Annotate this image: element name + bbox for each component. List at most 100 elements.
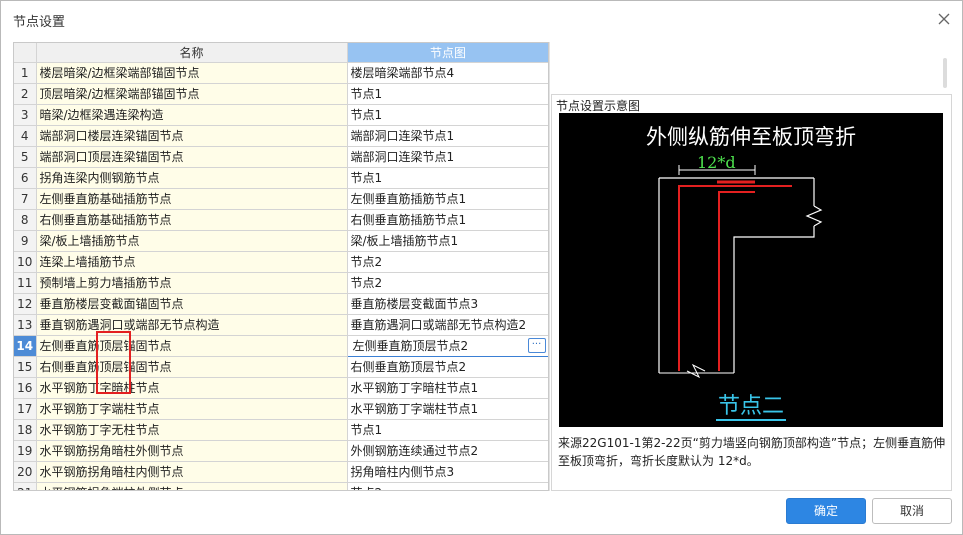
row-node-cell[interactable]: 节点2: [347, 251, 548, 273]
node-select-cell-active[interactable]: 左侧垂直筋顶层节点2 ···: [346, 334, 548, 357]
row-name-cell[interactable]: 水平钢筋拐角端柱外侧节点: [36, 482, 348, 490]
table-row[interactable]: 5 端部洞口顶层连梁锚固节点 端部洞口连梁节点1: [14, 146, 548, 168]
row-node-cell[interactable]: 节点1: [347, 104, 548, 126]
row-node-cell[interactable]: 节点2: [347, 272, 548, 294]
row-node-value: 左侧垂直筋顶层节点2: [352, 339, 469, 353]
table-row[interactable]: 7 左侧垂直筋基础插筋节点 左侧垂直筋插筋节点1: [14, 188, 548, 210]
row-number[interactable]: 5: [14, 146, 37, 168]
row-name-cell[interactable]: 连梁上墙插筋节点: [36, 251, 348, 273]
name-column-header[interactable]: 名称: [36, 43, 348, 63]
row-node-cell[interactable]: 外侧钢筋连续通过节点2: [347, 440, 548, 462]
row-name-cell[interactable]: 梁/板上墙插筋节点: [36, 230, 348, 252]
row-name-cell[interactable]: 端部洞口顶层连梁锚固节点: [36, 146, 348, 168]
table-body: 1 楼层暗梁/边框梁端部锚固节点 楼层暗梁端部节点4 2 顶层暗梁/边框梁端部锚固节点节…: [14, 62, 548, 490]
table-row[interactable]: 15 右侧垂直筋顶层锚固节点 右侧垂直筋顶层节点2: [14, 356, 548, 378]
row-number[interactable]: 10: [14, 251, 37, 273]
close-icon[interactable]: [936, 11, 952, 27]
row-number[interactable]: 16: [14, 377, 37, 399]
ok-button[interactable]: 确定: [786, 498, 866, 524]
row-node-value: 节点1: [350, 171, 383, 185]
row-name-cell[interactable]: 端部洞口楼层连梁锚固节点: [36, 125, 348, 147]
row-number[interactable]: 20: [14, 461, 37, 483]
row-node-cell[interactable]: 右侧垂直筋顶层节点2: [347, 356, 548, 378]
row-number[interactable]: 14: [14, 335, 37, 357]
row-number[interactable]: 17: [14, 398, 37, 420]
table-row[interactable]: 6 拐角连梁内侧钢筋节点 节点1: [14, 167, 548, 189]
row-node-cell[interactable]: 楼层暗梁端部节点4: [347, 62, 548, 84]
row-node-cell[interactable]: 节点1: [347, 83, 548, 105]
table-row[interactable]: 18 水平钢筋丁字无柱节点 节点1: [14, 419, 548, 441]
row-node-value: 端部洞口连梁节点1: [350, 129, 455, 143]
table-row[interactable]: 2 顶层暗梁/边框梁端部锚固节点 节点1: [14, 83, 548, 105]
row-node-cell[interactable]: 节点1: [347, 419, 548, 441]
row-node-cell[interactable]: 水平钢筋丁字暗柱节点1: [347, 377, 548, 399]
row-number[interactable]: 18: [14, 419, 37, 441]
table-row[interactable]: 9 梁/板上墙插筋节点 梁/板上墙插筋节点1: [14, 230, 548, 252]
row-name-cell[interactable]: 楼层暗梁/边框梁端部锚固节点: [36, 62, 348, 84]
node-diagram: 外侧纵筋伸至板顶弯折 12*d 节点二: [559, 113, 943, 427]
row-name-cell[interactable]: 顶层暗梁/边框梁端部锚固节点: [36, 83, 348, 105]
row-number[interactable]: 9: [14, 230, 37, 252]
row-number[interactable]: 4: [14, 125, 37, 147]
row-node-cell[interactable]: 梁/板上墙插筋节点1: [347, 230, 548, 252]
row-number[interactable]: 21: [14, 482, 37, 490]
row-name-cell[interactable]: 右侧垂直筋顶层锚固节点: [36, 356, 348, 378]
row-number[interactable]: 8: [14, 209, 37, 231]
row-node-cell[interactable]: 垂直筋楼层变截面节点3: [347, 293, 548, 315]
row-name-cell[interactable]: 右侧垂直筋基础插筋节点: [36, 209, 348, 231]
table-row[interactable]: 16 水平钢筋丁字暗柱节点 水平钢筋丁字暗柱节点1: [14, 377, 548, 399]
node-table: 名称 节点图 1 楼层暗梁/边框梁端部锚固节点 楼层暗梁端部节点4 2 顶层暗梁/边框梁…: [13, 42, 549, 491]
row-node-cell[interactable]: 左侧垂直筋插筋节点1: [347, 188, 548, 210]
row-node-cell[interactable]: 右侧垂直筋插筋节点1: [347, 209, 548, 231]
row-name-cell[interactable]: 预制墙上剪力墙插筋节点: [36, 272, 348, 294]
row-number[interactable]: 3: [14, 104, 37, 126]
row-node-cell[interactable]: 端部洞口连梁节点1: [347, 125, 548, 147]
row-name-cell[interactable]: 水平钢筋丁字暗柱节点: [36, 377, 348, 399]
row-name-cell[interactable]: 垂直筋楼层变截面锚固节点: [36, 293, 348, 315]
table-row[interactable]: 8 右侧垂直筋基础插筋节点 右侧垂直筋插筋节点1: [14, 209, 548, 231]
table-row[interactable]: 1 楼层暗梁/边框梁端部锚固节点 楼层暗梁端部节点4: [14, 62, 548, 84]
row-number[interactable]: 2: [14, 83, 37, 105]
row-number[interactable]: 6: [14, 167, 37, 189]
table-row[interactable]: 20 水平钢筋拐角暗柱内侧节点 拐角暗柱内侧节点3: [14, 461, 548, 483]
row-number[interactable]: 11: [14, 272, 37, 294]
row-number[interactable]: 15: [14, 356, 37, 378]
row-node-cell[interactable]: 垂直筋遇洞口或端部无节点构造2: [347, 314, 548, 336]
outer-rebar: [678, 185, 792, 371]
node-column-header[interactable]: 节点图: [347, 43, 548, 63]
row-node-cell[interactable]: 节点2: [347, 482, 548, 490]
table-row[interactable]: 13 垂直钢筋遇洞口或端部无节点构造 垂直筋遇洞口或端部无节点构造2: [14, 314, 548, 336]
row-node-cell[interactable]: 水平钢筋丁字端柱节点1: [347, 398, 548, 420]
table-row[interactable]: 21水平钢筋拐角端柱外侧节点节点2: [14, 482, 548, 490]
row-node-cell[interactable]: 端部洞口连梁节点1: [347, 146, 548, 168]
table-row[interactable]: 19 水平钢筋拐角暗柱外侧节点 外侧钢筋连续通过节点2: [14, 440, 548, 462]
row-node-cell[interactable]: 节点1: [347, 167, 548, 189]
row-name-cell[interactable]: 暗梁/边框梁遇连梁构造: [36, 104, 348, 126]
table-row[interactable]: 14 左侧垂直筋顶层锚固节点 左侧垂直筋顶层节点2 ···: [14, 334, 548, 357]
scrollbar-thumb[interactable]: [943, 58, 947, 88]
row-name-cell[interactable]: 拐角连梁内侧钢筋节点: [36, 167, 348, 189]
row-name-cell[interactable]: 水平钢筋丁字无柱节点: [36, 419, 348, 441]
row-name-cell[interactable]: 水平钢筋拐角暗柱内侧节点: [36, 461, 348, 483]
row-node-cell[interactable]: 拐角暗柱内侧节点3: [347, 461, 548, 483]
row-number[interactable]: 13: [14, 314, 37, 336]
row-name-cell[interactable]: 垂直钢筋遇洞口或端部无节点构造: [36, 314, 348, 336]
table-row[interactable]: 4 端部洞口楼层连梁锚固节点 端部洞口连梁节点1: [14, 125, 548, 147]
row-name-cell[interactable]: 左侧垂直筋顶层锚固节点: [36, 335, 348, 357]
row-node-value: 右侧垂直筋插筋节点1: [350, 213, 467, 227]
ellipsis-icon[interactable]: ···: [527, 337, 546, 353]
table-row[interactable]: 10 连梁上墙插筋节点 节点2: [14, 251, 548, 273]
dimension-label: 12*d: [697, 153, 736, 172]
table-row[interactable]: 17 水平钢筋丁字端柱节点 水平钢筋丁字端柱节点1: [14, 398, 548, 420]
row-name-cell[interactable]: 水平钢筋拐角暗柱外侧节点: [36, 440, 348, 462]
row-name-cell[interactable]: 水平钢筋丁字端柱节点: [36, 398, 348, 420]
row-number[interactable]: 7: [14, 188, 37, 210]
table-row[interactable]: 3 暗梁/边框梁遇连梁构造 节点1: [14, 104, 548, 126]
table-row[interactable]: 11 预制墙上剪力墙插筋节点 节点2: [14, 272, 548, 294]
row-number[interactable]: 12: [14, 293, 37, 315]
row-number[interactable]: 1: [14, 62, 37, 84]
row-name-cell[interactable]: 左侧垂直筋基础插筋节点: [36, 188, 348, 210]
row-number[interactable]: 19: [14, 440, 37, 462]
table-row[interactable]: 12 垂直筋楼层变截面锚固节点 垂直筋楼层变截面节点3: [14, 293, 548, 315]
cancel-button[interactable]: 取消: [872, 498, 952, 524]
